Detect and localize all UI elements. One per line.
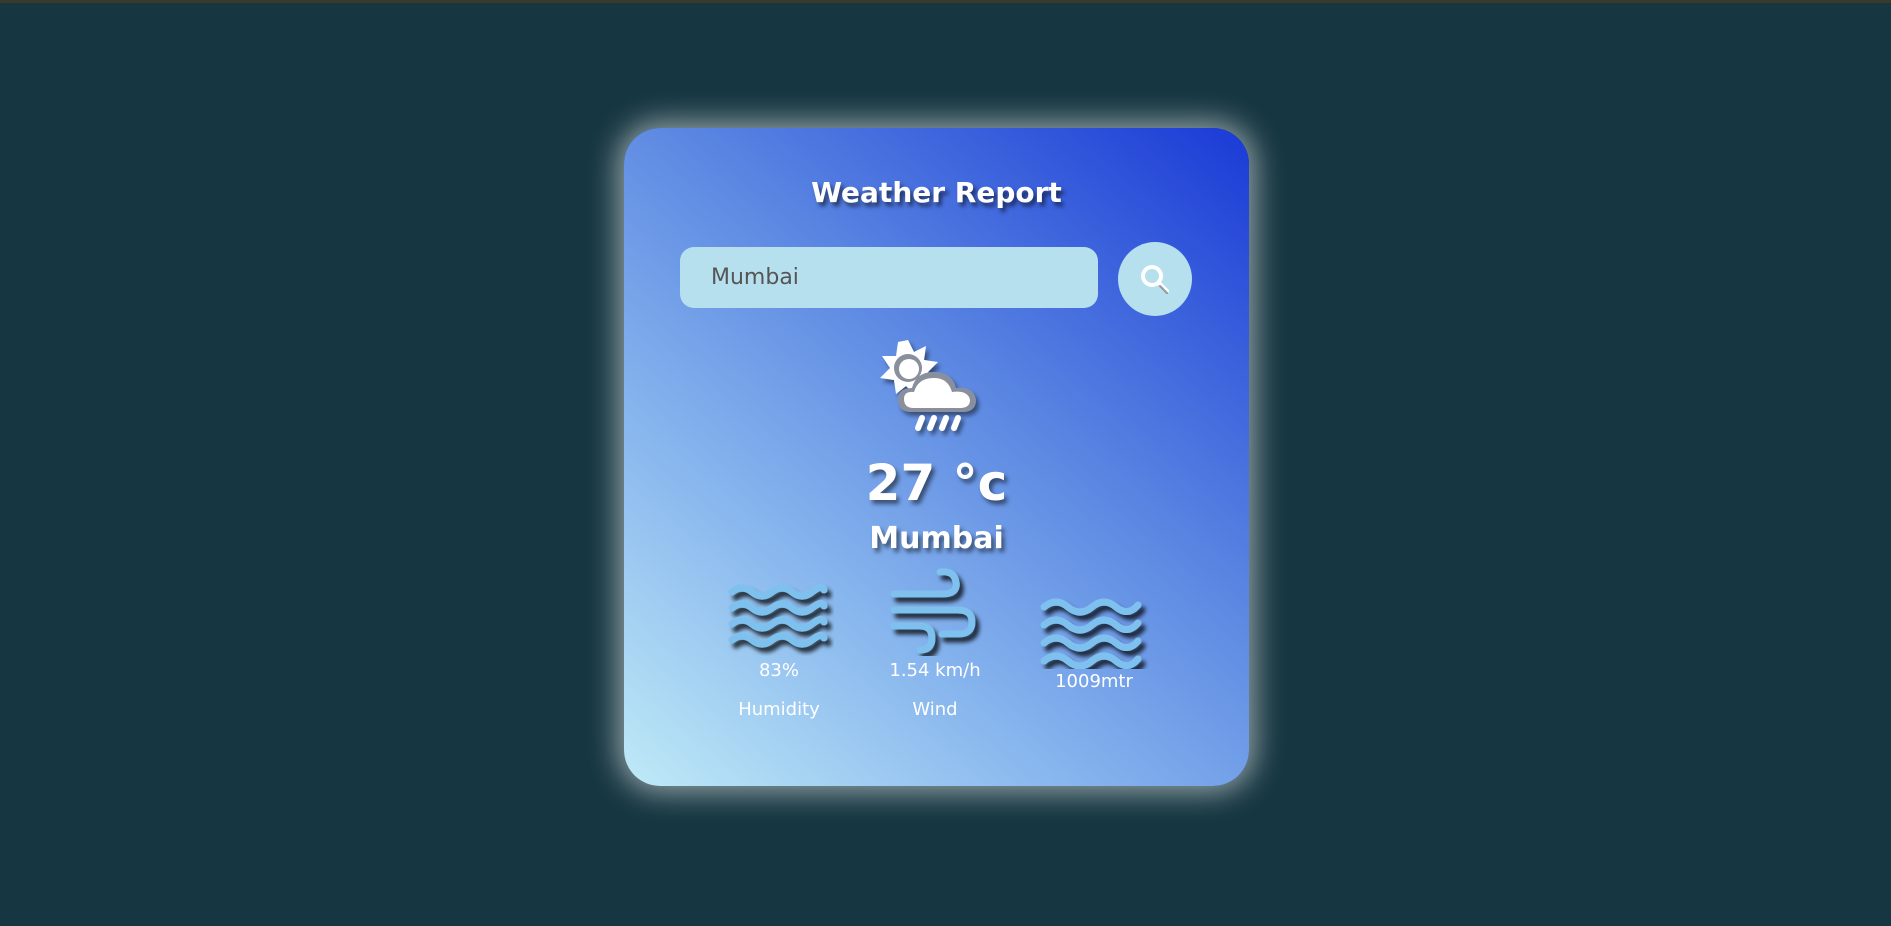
search-button[interactable]: [1118, 242, 1192, 316]
city-search-input[interactable]: [680, 247, 1098, 308]
wind-value: 1.54 km/h: [889, 660, 981, 681]
top-border: [0, 0, 1891, 3]
pressure-detail: 1009mtr: [1034, 593, 1154, 692]
wind-label: Wind: [912, 699, 958, 720]
weather-card: Weather Report Mumbai 27 °c Mumbai 83% H…: [624, 128, 1249, 786]
humidity-waves-icon: [728, 583, 828, 648]
page-title: Weather Report: [811, 176, 1062, 209]
humidity-label: Humidity: [738, 699, 820, 720]
humidity-value: 83%: [758, 660, 799, 681]
wind-detail: 1.54 km/h Wind: [880, 564, 990, 720]
pressure-value: 1009mtr: [1055, 671, 1133, 692]
sun-cloud-rain-icon: [876, 338, 1001, 438]
search-icon: [1141, 265, 1169, 294]
wind-icon: [890, 568, 976, 654]
temperature-value: 27 °c: [865, 454, 1008, 512]
city-name: Mumbai: [869, 521, 1004, 556]
pressure-waves-icon: [1040, 598, 1142, 669]
humidity-detail: 83% Humidity: [724, 574, 834, 720]
